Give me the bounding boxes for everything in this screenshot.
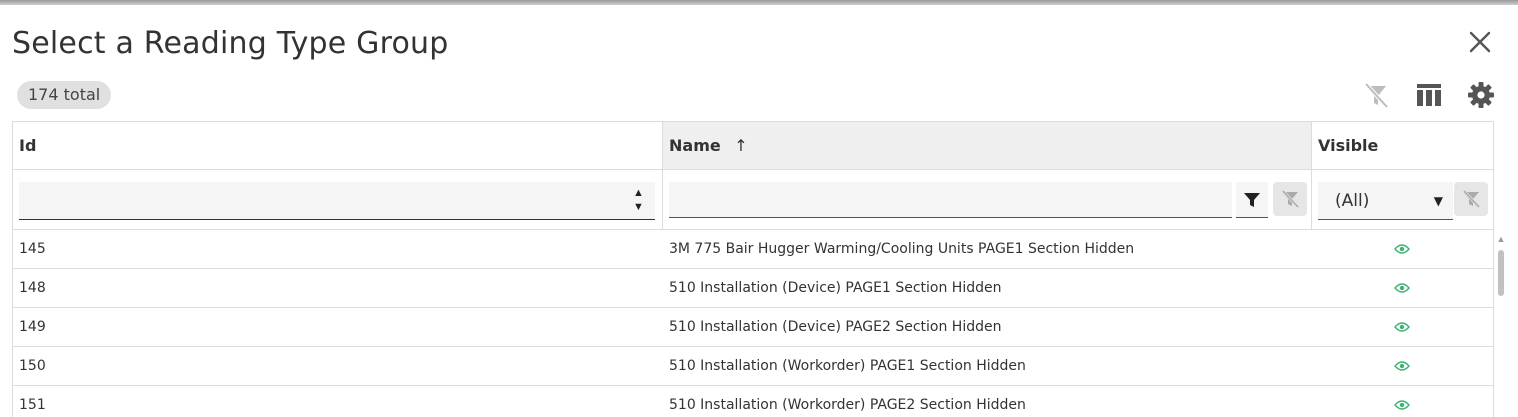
- spin-up-icon[interactable]: ▲: [633, 186, 645, 200]
- cell-name: 510 Installation (Device) PAGE1 Section …: [669, 280, 1002, 296]
- table-row[interactable]: 151 510 Installation (Workorder) PAGE2 S…: [13, 386, 1493, 417]
- column-header-visible[interactable]: Visible: [1312, 122, 1493, 169]
- grid-body: 145 3M 775 Bair Hugger Warming/Cooling U…: [13, 230, 1493, 417]
- cell-name: 510 Installation (Workorder) PAGE2 Secti…: [669, 397, 1026, 413]
- cell-id: 148: [19, 280, 46, 296]
- sort-ascending-icon: ↑: [734, 136, 748, 155]
- spin-down-icon[interactable]: ▼: [633, 200, 645, 214]
- column-divider: [1311, 170, 1312, 230]
- close-button[interactable]: [1466, 28, 1494, 56]
- cell-name: 510 Installation (Device) PAGE2 Section …: [669, 319, 1002, 335]
- cell-name: 3M 775 Bair Hugger Warming/Cooling Units…: [669, 241, 1135, 257]
- grid-filter-row: ▲ ▼ (All) ▼: [13, 170, 1493, 230]
- cell-id: 149: [19, 319, 46, 335]
- column-header-name[interactable]: Name ↑: [663, 122, 1312, 169]
- name-filter-input[interactable]: [669, 182, 1232, 218]
- column-chooser-button[interactable]: [1414, 80, 1444, 110]
- filter-icon: [1244, 192, 1260, 207]
- clear-all-filters-button[interactable]: [1361, 80, 1391, 110]
- column-header-visible-label: Visible: [1318, 136, 1379, 155]
- name-filter-operator-button[interactable]: [1236, 182, 1268, 218]
- visible-filter-value: (All): [1335, 191, 1370, 211]
- column-header-id[interactable]: Id: [13, 122, 663, 169]
- gear-icon: [1468, 82, 1494, 108]
- column-header-name-label: Name: [669, 136, 721, 155]
- id-filter-input[interactable]: ▲ ▼: [19, 182, 655, 220]
- name-filter-clear-button[interactable]: [1273, 182, 1307, 216]
- scrollbar-thumb[interactable]: [1498, 250, 1504, 296]
- visible-filter-clear-button[interactable]: [1454, 182, 1488, 216]
- eye-icon: [1394, 322, 1410, 332]
- table-row[interactable]: 149 510 Installation (Device) PAGE2 Sect…: [13, 308, 1493, 347]
- reading-type-group-grid: Id Name ↑ Visible ▲ ▼ (All) ▼ 145 3M 775…: [12, 121, 1494, 417]
- eye-icon: [1394, 400, 1410, 410]
- eye-icon: [1394, 361, 1410, 371]
- column-divider: [662, 170, 663, 230]
- cell-id: 150: [19, 358, 46, 374]
- column-divider: [662, 122, 663, 170]
- table-row[interactable]: 145 3M 775 Bair Hugger Warming/Cooling U…: [13, 230, 1493, 269]
- visible-filter-select[interactable]: (All) ▼: [1318, 182, 1453, 220]
- close-icon: [1469, 31, 1491, 53]
- columns-icon: [1417, 84, 1441, 106]
- column-header-id-label: Id: [19, 136, 37, 155]
- eye-icon: [1394, 244, 1410, 254]
- dialog-title: Select a Reading Type Group: [12, 26, 449, 61]
- scroll-up-icon[interactable]: ▲: [1495, 233, 1507, 245]
- numeric-spinner[interactable]: ▲ ▼: [633, 186, 645, 214]
- filter-off-icon: [1462, 189, 1481, 209]
- cell-id: 151: [19, 397, 46, 413]
- grid-scrollbar[interactable]: ▲: [1495, 233, 1507, 417]
- chevron-down-icon: ▼: [1433, 194, 1443, 208]
- filter-off-icon: [1364, 82, 1389, 109]
- table-row[interactable]: 148 510 Installation (Device) PAGE1 Sect…: [13, 269, 1493, 308]
- filter-off-icon: [1281, 189, 1300, 209]
- background-app-header: [0, 0, 1518, 5]
- total-count-badge: 174 total: [17, 81, 112, 109]
- settings-button[interactable]: [1466, 80, 1496, 110]
- eye-icon: [1394, 283, 1410, 293]
- cell-name: 510 Installation (Workorder) PAGE1 Secti…: [669, 358, 1026, 374]
- cell-id: 145: [19, 241, 46, 257]
- column-divider: [1311, 122, 1312, 170]
- grid-header-row: Id Name ↑ Visible: [13, 122, 1493, 170]
- table-row[interactable]: 150 510 Installation (Workorder) PAGE1 S…: [13, 347, 1493, 386]
